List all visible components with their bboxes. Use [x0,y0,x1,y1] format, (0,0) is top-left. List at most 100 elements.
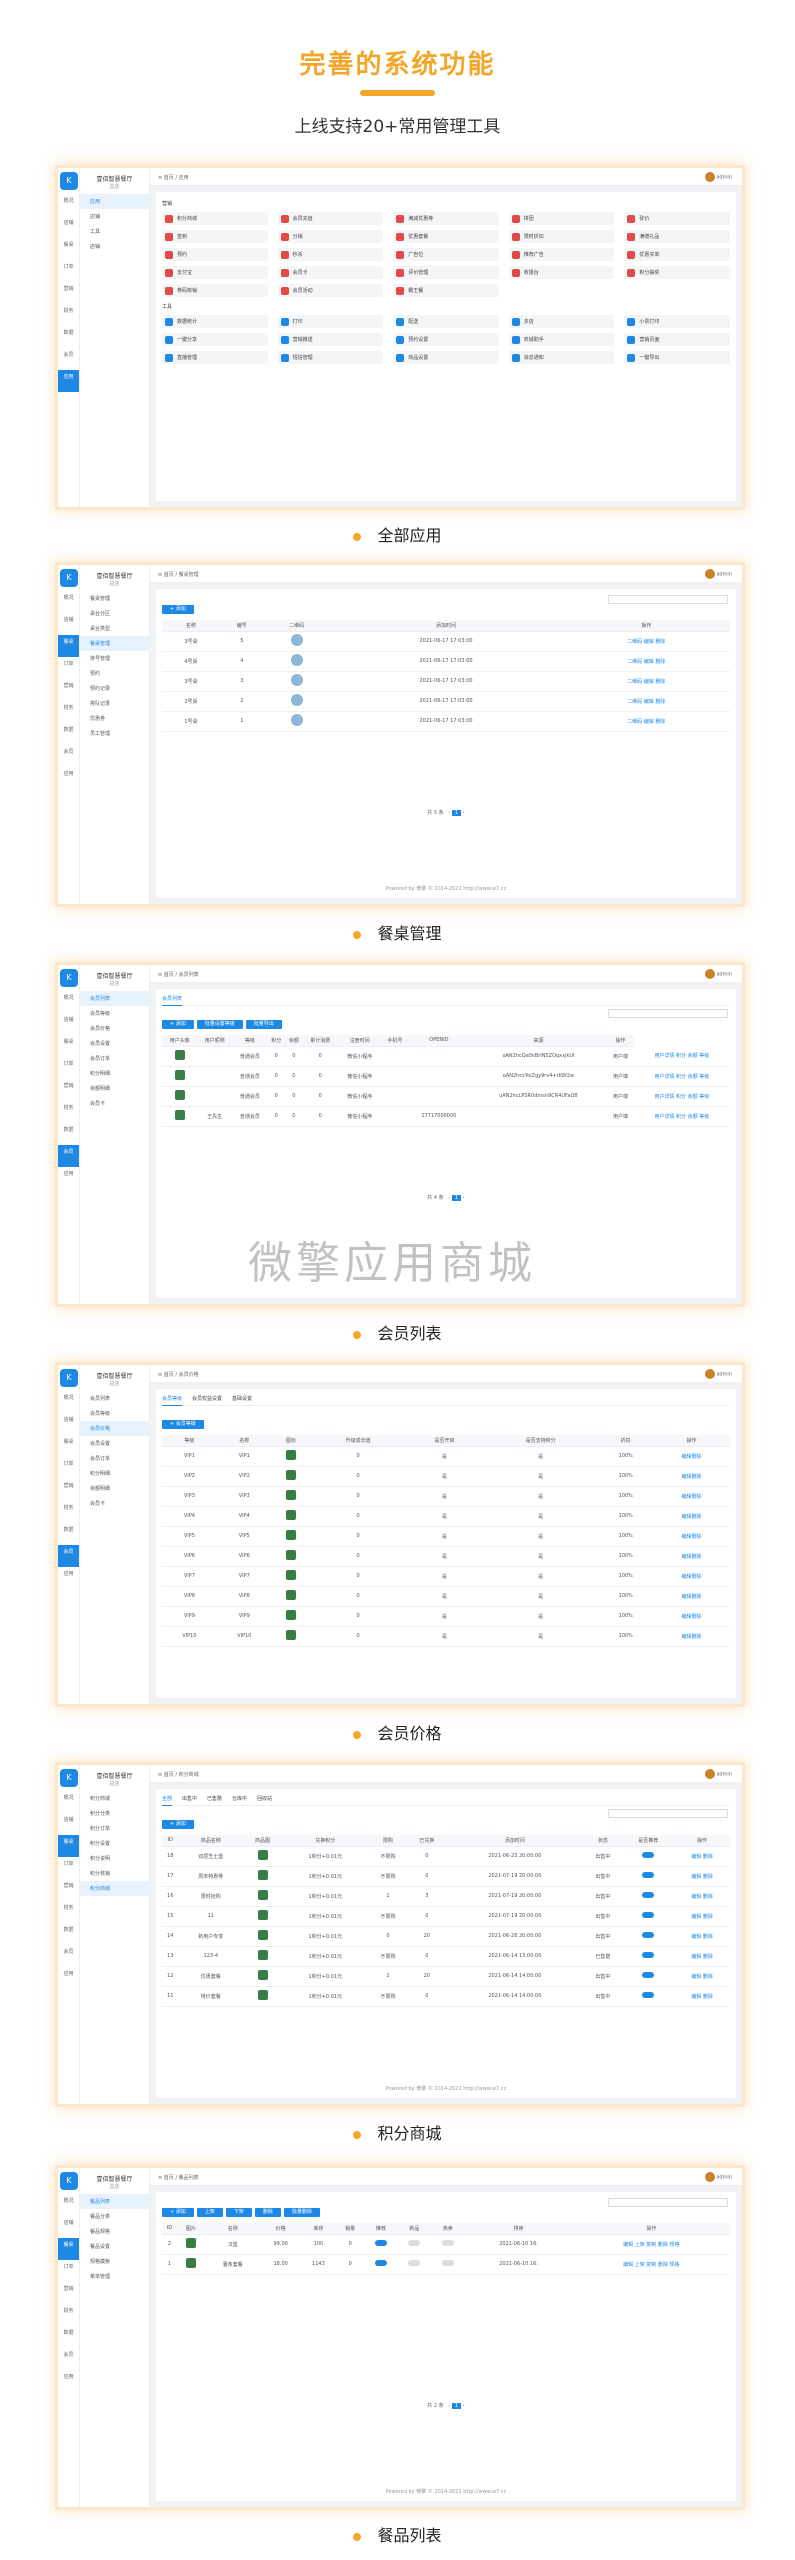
recommend-toggle[interactable] [374,2240,387,2246]
app-tile[interactable]: 预约 [162,248,268,261]
table-cell[interactable]: 编辑 上架 复制 删除 规格 [572,2234,730,2255]
rail-item[interactable]: 订单 [58,260,79,282]
app-logo-icon[interactable]: K [60,2172,78,2190]
table-cell[interactable]: 二维码 编辑 删除 [562,631,730,652]
sub-nav-item[interactable]: 店铺 [80,209,149,224]
qrcode-icon[interactable] [290,714,303,726]
app-tile[interactable]: 直播管理 [162,351,268,364]
app-tile[interactable]: 券码核销 [162,284,268,297]
rail-item[interactable]: 营销 [58,1479,79,1501]
rail-item[interactable]: 会员 [58,2348,79,2370]
table-cell[interactable]: 编辑删除 [653,1606,730,1627]
table-cell[interactable]: 编辑 删除 [674,1986,730,2007]
recommend-toggle[interactable] [642,1952,655,1958]
app-tile[interactable]: 广告位 [393,248,499,261]
rail-item[interactable]: 营销 [58,1879,79,1901]
rail-item[interactable]: 数据 [58,1123,79,1145]
rail-item[interactable]: 餐桌 [58,1435,79,1457]
sub-nav-item[interactable]: 积分明细 [80,1066,149,1081]
search-input[interactable] [608,1009,728,1018]
rail-item[interactable]: 订单 [58,1857,79,1879]
rail-item[interactable]: 营销 [58,679,79,701]
app-tile[interactable]: 支付宝 [162,266,268,279]
search-input[interactable] [608,1809,728,1818]
sub-nav-item[interactable]: 会员价格 [80,1421,149,1436]
app-tile[interactable]: 限时折扣 [508,230,615,243]
sub-nav-item[interactable]: 积分订单 [80,1821,149,1836]
sub-nav-item[interactable]: 会员价格 [80,1021,149,1036]
app-tile[interactable]: 评价管理 [393,266,499,279]
qrcode-icon[interactable] [290,654,303,666]
toolbar-button[interactable]: 上架 [196,2208,223,2217]
table-cell[interactable]: 编辑删除 [653,1626,730,1647]
sub-nav-item[interactable]: 菜单管理 [80,2269,149,2284]
app-logo-icon[interactable]: K [60,1769,78,1787]
rail-item[interactable]: 概况 [58,1391,79,1413]
rail-item[interactable]: 数据 [58,723,79,745]
avatar[interactable] [704,1369,715,1379]
app-tile[interactable]: 商城助手 [508,333,615,346]
rail-item[interactable]: 应用 [58,2370,79,2392]
app-tile[interactable]: 数据统计 [162,315,268,328]
rail-item[interactable]: 数据 [58,1923,79,1945]
recommend-toggle[interactable] [642,1992,655,1998]
rail-item[interactable]: 数据 [58,2326,79,2348]
rail-item[interactable]: 财务 [58,701,79,723]
app-tile[interactable]: 打印 [277,315,384,328]
tab[interactable]: 已售罄 [207,1796,222,1802]
sub-nav-item[interactable]: 优惠券 [80,711,149,726]
rail-item[interactable]: 应用 [58,1967,79,1989]
tab[interactable]: 出售中 [182,1796,197,1802]
tab[interactable]: 会员权益设置 [192,1396,222,1402]
rail-item[interactable]: 应用 [58,370,79,392]
qrcode-icon[interactable] [290,694,303,706]
sub-nav-item[interactable]: 余额明细 [80,1481,149,1496]
app-logo-icon[interactable]: K [60,569,78,587]
pagination[interactable]: 共 4 条 ‹ 1 › [156,1194,736,1201]
sub-nav-item[interactable]: 桌台分区 [80,606,149,621]
app-logo-icon[interactable]: K [60,969,78,987]
sub-nav-item[interactable]: 会员卡 [80,1096,149,1111]
recommend-toggle[interactable] [374,2260,387,2266]
table-cell[interactable]: 用户详情 积分 余额 等级 [633,1106,730,1127]
rail-item[interactable]: 财务 [58,1101,79,1123]
sub-nav-item[interactable]: 员工管理 [80,726,149,741]
rail-item[interactable]: 营销 [58,2282,79,2304]
app-tile[interactable]: 优惠套餐 [393,230,499,243]
recommend-toggle[interactable] [642,1852,655,1858]
avatar[interactable] [704,969,715,979]
app-tile[interactable]: 分销 [277,230,384,243]
avatar[interactable] [704,172,715,182]
toolbar-button[interactable]: + 添加 [162,1020,194,1029]
add-table-button[interactable]: + 添加 [162,605,194,614]
app-tile[interactable]: 多店 [508,315,615,328]
tab[interactable]: 基础设置 [232,1396,252,1402]
tab-member-list[interactable]: 会员列表 [162,996,183,1006]
app-tile[interactable]: 满减优惠券 [393,212,499,225]
new-toggle[interactable] [408,2260,421,2266]
search-input[interactable] [608,2198,728,2207]
admin-label[interactable]: admin [716,972,732,978]
sub-nav-item[interactable]: 会员列表 [80,991,149,1006]
sub-nav-item[interactable]: 积分说明 [80,1851,149,1866]
toolbar-button[interactable]: 删除 [254,2208,281,2217]
sub-nav-item[interactable]: 会员设置 [80,1436,149,1451]
sub-nav-item[interactable]: 会员订单 [80,1051,149,1066]
sub-nav-item[interactable]: 积分商城 [80,1881,149,1896]
rail-item[interactable]: 餐桌 [58,1835,79,1857]
rail-item[interactable]: 餐桌 [58,635,79,657]
sub-nav-item[interactable]: 餐桌管理 [80,591,149,606]
recommend-toggle[interactable] [642,1972,655,1978]
rail-item[interactable]: 财务 [58,1501,79,1523]
app-tile[interactable]: 营销推送 [277,333,384,346]
sub-nav-item[interactable]: 排号管理 [80,651,149,666]
rail-item[interactable]: 订单 [58,1457,79,1479]
app-tile[interactable]: 满赠礼品 [624,230,730,243]
app-logo-icon[interactable]: K [60,1369,78,1387]
recommend-toggle[interactable] [642,1912,655,1918]
rail-item[interactable]: 概况 [58,194,79,216]
table-cell[interactable]: 用户详情 积分 余额 等级 [633,1066,730,1087]
rail-item[interactable]: 概况 [58,1791,79,1813]
app-tile[interactable]: 会员卡 [277,266,384,279]
table-cell[interactable]: 编辑删除 [653,1466,730,1487]
